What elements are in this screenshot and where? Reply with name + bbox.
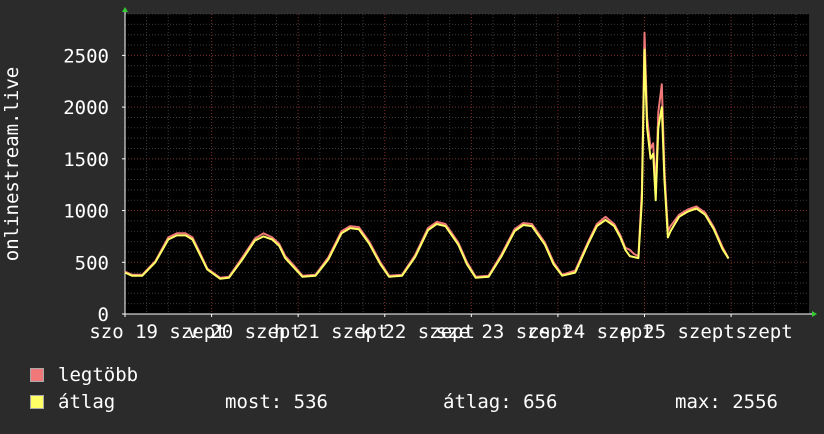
y-tick-label: 1000: [63, 201, 109, 223]
y-tick-label: 2500: [63, 45, 109, 67]
y-tick-label: 1500: [63, 149, 109, 171]
y-axis-arrow: [122, 7, 128, 12]
stat-avg-label: átlag:: [443, 391, 512, 413]
legend-label-max: legtöbb: [58, 364, 139, 386]
stat-now-label: most:: [225, 391, 283, 413]
legend-swatch-max: [30, 368, 44, 382]
legend-label-avg: átlag: [58, 391, 116, 413]
x-tick-label: p 25 szept: [620, 321, 734, 343]
stat-now: most: 536: [225, 391, 328, 413]
plot-area: [125, 14, 809, 314]
x-tick-label: szept: [735, 321, 792, 343]
stat-now-value: 536: [293, 391, 328, 413]
y-tick-label: 500: [75, 252, 109, 274]
stat-avg-value: 656: [523, 391, 558, 413]
legend-item-avg: átlag: [30, 391, 115, 413]
y-axis-title: onlinestream.live: [1, 67, 23, 261]
y-tick-label: 2000: [63, 97, 109, 119]
stat-max-value: 2556: [732, 391, 778, 413]
legend-item-max: legtöbb: [30, 364, 138, 386]
stat-avg: átlag: 656: [443, 391, 557, 413]
stat-max: max: 2556: [675, 391, 778, 413]
x-axis-arrow: [812, 311, 817, 317]
stat-max-label: max:: [675, 391, 721, 413]
legend-swatch-avg: [30, 395, 44, 409]
